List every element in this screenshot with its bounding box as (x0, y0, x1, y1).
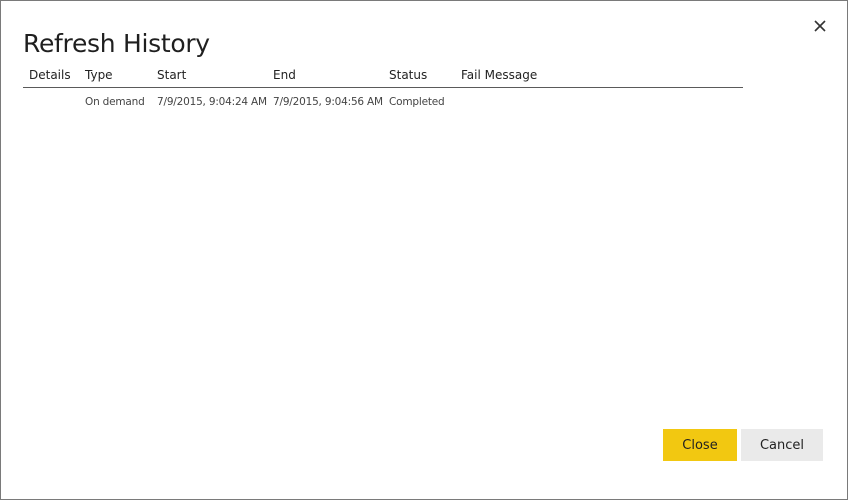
column-header-type[interactable]: Type (79, 67, 151, 88)
refresh-history-table: Details Type Start End Status Fail Messa… (23, 67, 743, 116)
column-header-status[interactable]: Status (383, 67, 455, 88)
table-header-row: Details Type Start End Status Fail Messa… (23, 67, 743, 88)
cell-end: 7/9/2015, 9:04:56 AM (273, 96, 383, 108)
column-header-details[interactable]: Details (23, 67, 79, 88)
cell-start: 7/9/2015, 9:04:24 AM (157, 96, 267, 108)
column-header-fail-message[interactable]: Fail Message (455, 67, 743, 88)
column-header-start[interactable]: Start (151, 67, 267, 88)
close-button[interactable]: Close (663, 429, 737, 461)
table-row[interactable]: On demand 7/9/2015, 9:04:24 AM 7/9/2015,… (23, 88, 743, 117)
refresh-history-dialog: Refresh History Details Type Start End S… (0, 0, 848, 500)
cell-status: Completed (389, 96, 445, 108)
dialog-title: Refresh History (23, 29, 210, 58)
cancel-button[interactable]: Cancel (741, 429, 823, 461)
cell-type: On demand (85, 96, 145, 108)
cell-details (23, 88, 79, 117)
close-dialog-button[interactable] (809, 15, 831, 37)
close-icon (814, 20, 826, 32)
column-header-end[interactable]: End (267, 67, 383, 88)
cell-fail-message (455, 88, 743, 117)
